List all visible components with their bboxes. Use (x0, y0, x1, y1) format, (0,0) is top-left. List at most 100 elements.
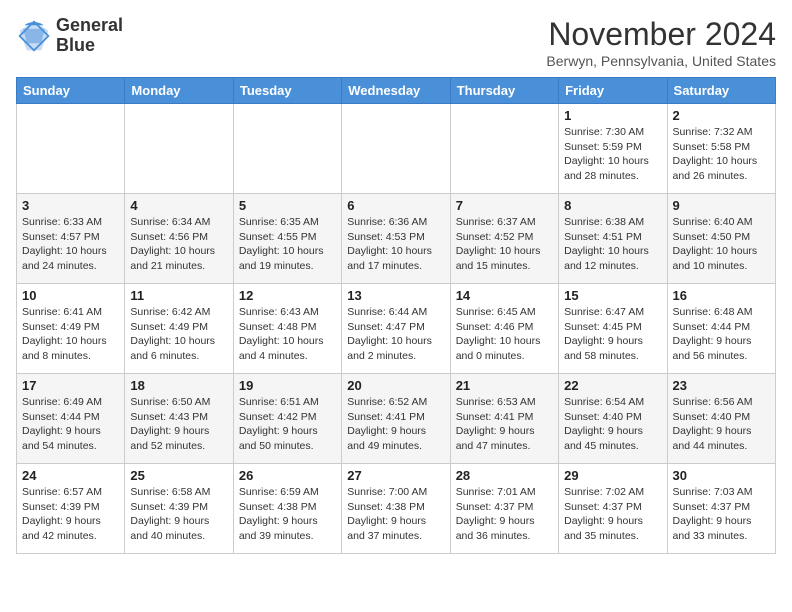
day-info: Sunrise: 7:00 AM Sunset: 4:38 PM Dayligh… (347, 485, 444, 544)
day-info: Sunrise: 6:35 AM Sunset: 4:55 PM Dayligh… (239, 215, 336, 274)
day-number: 18 (130, 378, 227, 393)
day-number: 1 (564, 108, 661, 123)
day-info: Sunrise: 6:38 AM Sunset: 4:51 PM Dayligh… (564, 215, 661, 274)
day-number: 27 (347, 468, 444, 483)
day-number: 8 (564, 198, 661, 213)
header-sunday: Sunday (17, 78, 125, 104)
day-number: 15 (564, 288, 661, 303)
day-number: 17 (22, 378, 119, 393)
calendar-cell: 19 Sunrise: 6:51 AM Sunset: 4:42 PM Dayli… (233, 374, 341, 464)
calendar-cell: 8 Sunrise: 6:38 AM Sunset: 4:51 PM Daylig… (559, 194, 667, 284)
day-info: Sunrise: 7:30 AM Sunset: 5:59 PM Dayligh… (564, 125, 661, 184)
day-number: 13 (347, 288, 444, 303)
day-info: Sunrise: 6:37 AM Sunset: 4:52 PM Dayligh… (456, 215, 553, 274)
day-number: 22 (564, 378, 661, 393)
calendar-cell: 26 Sunrise: 6:59 AM Sunset: 4:38 PM Dayli… (233, 464, 341, 554)
calendar-cell: 3 Sunrise: 6:33 AM Sunset: 4:57 PM Daylig… (17, 194, 125, 284)
day-info: Sunrise: 6:40 AM Sunset: 4:50 PM Dayligh… (673, 215, 770, 274)
header: General Blue November 2024 Berwyn, Penns… (16, 16, 776, 69)
day-number: 5 (239, 198, 336, 213)
calendar-header-row: Sunday Monday Tuesday Wednesday Thursday… (17, 78, 776, 104)
location: Berwyn, Pennsylvania, United States (546, 53, 776, 69)
day-number: 30 (673, 468, 770, 483)
calendar-cell (342, 104, 450, 194)
day-number: 20 (347, 378, 444, 393)
calendar-cell: 12Sunrise: 6:43 AM Sunset: 4:48 PM Dayli… (233, 284, 341, 374)
calendar-week-1: 1 Sunrise: 7:30 AM Sunset: 5:59 PM Daylig… (17, 104, 776, 194)
calendar-table: Sunday Monday Tuesday Wednesday Thursday… (16, 77, 776, 554)
day-info: Sunrise: 6:48 AM Sunset: 4:44 PM Dayligh… (673, 305, 770, 364)
day-info: Sunrise: 6:44 AM Sunset: 4:47 PM Dayligh… (347, 305, 444, 364)
calendar-cell: 14Sunrise: 6:45 AM Sunset: 4:46 PM Dayli… (450, 284, 558, 374)
calendar-cell: 24Sunrise: 6:57 AM Sunset: 4:39 PM Dayli… (17, 464, 125, 554)
title-area: November 2024 Berwyn, Pennsylvania, Unit… (546, 16, 776, 69)
day-info: Sunrise: 6:52 AM Sunset: 4:41 PM Dayligh… (347, 395, 444, 454)
day-number: 12 (239, 288, 336, 303)
calendar-cell: 5 Sunrise: 6:35 AM Sunset: 4:55 PM Daylig… (233, 194, 341, 284)
logo: General Blue (16, 16, 123, 56)
calendar-week-2: 3 Sunrise: 6:33 AM Sunset: 4:57 PM Daylig… (17, 194, 776, 284)
calendar-cell: 9 Sunrise: 6:40 AM Sunset: 4:50 PM Daylig… (667, 194, 775, 284)
day-info: Sunrise: 6:50 AM Sunset: 4:43 PM Dayligh… (130, 395, 227, 454)
calendar-cell: 10Sunrise: 6:41 AM Sunset: 4:49 PM Dayli… (17, 284, 125, 374)
day-info: Sunrise: 6:41 AM Sunset: 4:49 PM Dayligh… (22, 305, 119, 364)
day-number: 25 (130, 468, 227, 483)
day-number: 28 (456, 468, 553, 483)
day-number: 29 (564, 468, 661, 483)
calendar-week-4: 17 Sunrise: 6:49 AM Sunset: 4:44 PM Dayli… (17, 374, 776, 464)
day-info: Sunrise: 6:57 AM Sunset: 4:39 PM Dayligh… (22, 485, 119, 544)
day-number: 3 (22, 198, 119, 213)
calendar-cell: 20 Sunrise: 6:52 AM Sunset: 4:41 PM Dayli… (342, 374, 450, 464)
day-number: 16 (673, 288, 770, 303)
day-info: Sunrise: 6:47 AM Sunset: 4:45 PM Dayligh… (564, 305, 661, 364)
calendar-cell: 11Sunrise: 6:42 AM Sunset: 4:49 PM Dayli… (125, 284, 233, 374)
day-number: 23 (673, 378, 770, 393)
day-info: Sunrise: 6:33 AM Sunset: 4:57 PM Dayligh… (22, 215, 119, 274)
calendar-cell (233, 104, 341, 194)
calendar-cell: 17 Sunrise: 6:49 AM Sunset: 4:44 PM Dayli… (17, 374, 125, 464)
day-info: Sunrise: 7:02 AM Sunset: 4:37 PM Dayligh… (564, 485, 661, 544)
day-info: Sunrise: 6:54 AM Sunset: 4:40 PM Dayligh… (564, 395, 661, 454)
day-info: Sunrise: 6:34 AM Sunset: 4:56 PM Dayligh… (130, 215, 227, 274)
day-info: Sunrise: 6:49 AM Sunset: 4:44 PM Dayligh… (22, 395, 119, 454)
calendar-cell: 13 Sunrise: 6:44 AM Sunset: 4:47 PM Dayli… (342, 284, 450, 374)
calendar-cell: 1 Sunrise: 7:30 AM Sunset: 5:59 PM Daylig… (559, 104, 667, 194)
day-number: 6 (347, 198, 444, 213)
day-info: Sunrise: 7:03 AM Sunset: 4:37 PM Dayligh… (673, 485, 770, 544)
calendar-cell (125, 104, 233, 194)
calendar-cell: 23Sunrise: 6:56 AM Sunset: 4:40 PM Dayli… (667, 374, 775, 464)
day-info: Sunrise: 6:36 AM Sunset: 4:53 PM Dayligh… (347, 215, 444, 274)
calendar-cell: 21Sunrise: 6:53 AM Sunset: 4:41 PM Dayli… (450, 374, 558, 464)
day-info: Sunrise: 6:58 AM Sunset: 4:39 PM Dayligh… (130, 485, 227, 544)
calendar-cell: 2 Sunrise: 7:32 AM Sunset: 5:58 PM Daylig… (667, 104, 775, 194)
day-number: 2 (673, 108, 770, 123)
calendar-cell: 28 Sunrise: 7:01 AM Sunset: 4:37 PM Dayli… (450, 464, 558, 554)
header-saturday: Saturday (667, 78, 775, 104)
calendar-cell: 18 Sunrise: 6:50 AM Sunset: 4:43 PM Dayli… (125, 374, 233, 464)
calendar-week-3: 10Sunrise: 6:41 AM Sunset: 4:49 PM Dayli… (17, 284, 776, 374)
header-monday: Monday (125, 78, 233, 104)
day-info: Sunrise: 6:59 AM Sunset: 4:38 PM Dayligh… (239, 485, 336, 544)
calendar-cell: 7 Sunrise: 6:37 AM Sunset: 4:52 PM Daylig… (450, 194, 558, 284)
calendar-cell: 29 Sunrise: 7:02 AM Sunset: 4:37 PM Dayli… (559, 464, 667, 554)
day-info: Sunrise: 7:32 AM Sunset: 5:58 PM Dayligh… (673, 125, 770, 184)
day-number: 21 (456, 378, 553, 393)
day-info: Sunrise: 6:51 AM Sunset: 4:42 PM Dayligh… (239, 395, 336, 454)
header-friday: Friday (559, 78, 667, 104)
calendar-cell: 22 Sunrise: 6:54 AM Sunset: 4:40 PM Dayli… (559, 374, 667, 464)
day-number: 19 (239, 378, 336, 393)
day-number: 11 (130, 288, 227, 303)
day-number: 14 (456, 288, 553, 303)
day-number: 26 (239, 468, 336, 483)
calendar-cell: 16 Sunrise: 6:48 AM Sunset: 4:44 PM Dayli… (667, 284, 775, 374)
logo-text: General Blue (56, 16, 123, 56)
day-info: Sunrise: 7:01 AM Sunset: 4:37 PM Dayligh… (456, 485, 553, 544)
calendar-cell (17, 104, 125, 194)
calendar-cell: 6 Sunrise: 6:36 AM Sunset: 4:53 PM Daylig… (342, 194, 450, 284)
day-number: 4 (130, 198, 227, 213)
header-tuesday: Tuesday (233, 78, 341, 104)
header-wednesday: Wednesday (342, 78, 450, 104)
day-number: 7 (456, 198, 553, 213)
day-number: 9 (673, 198, 770, 213)
month-title: November 2024 (546, 16, 776, 53)
